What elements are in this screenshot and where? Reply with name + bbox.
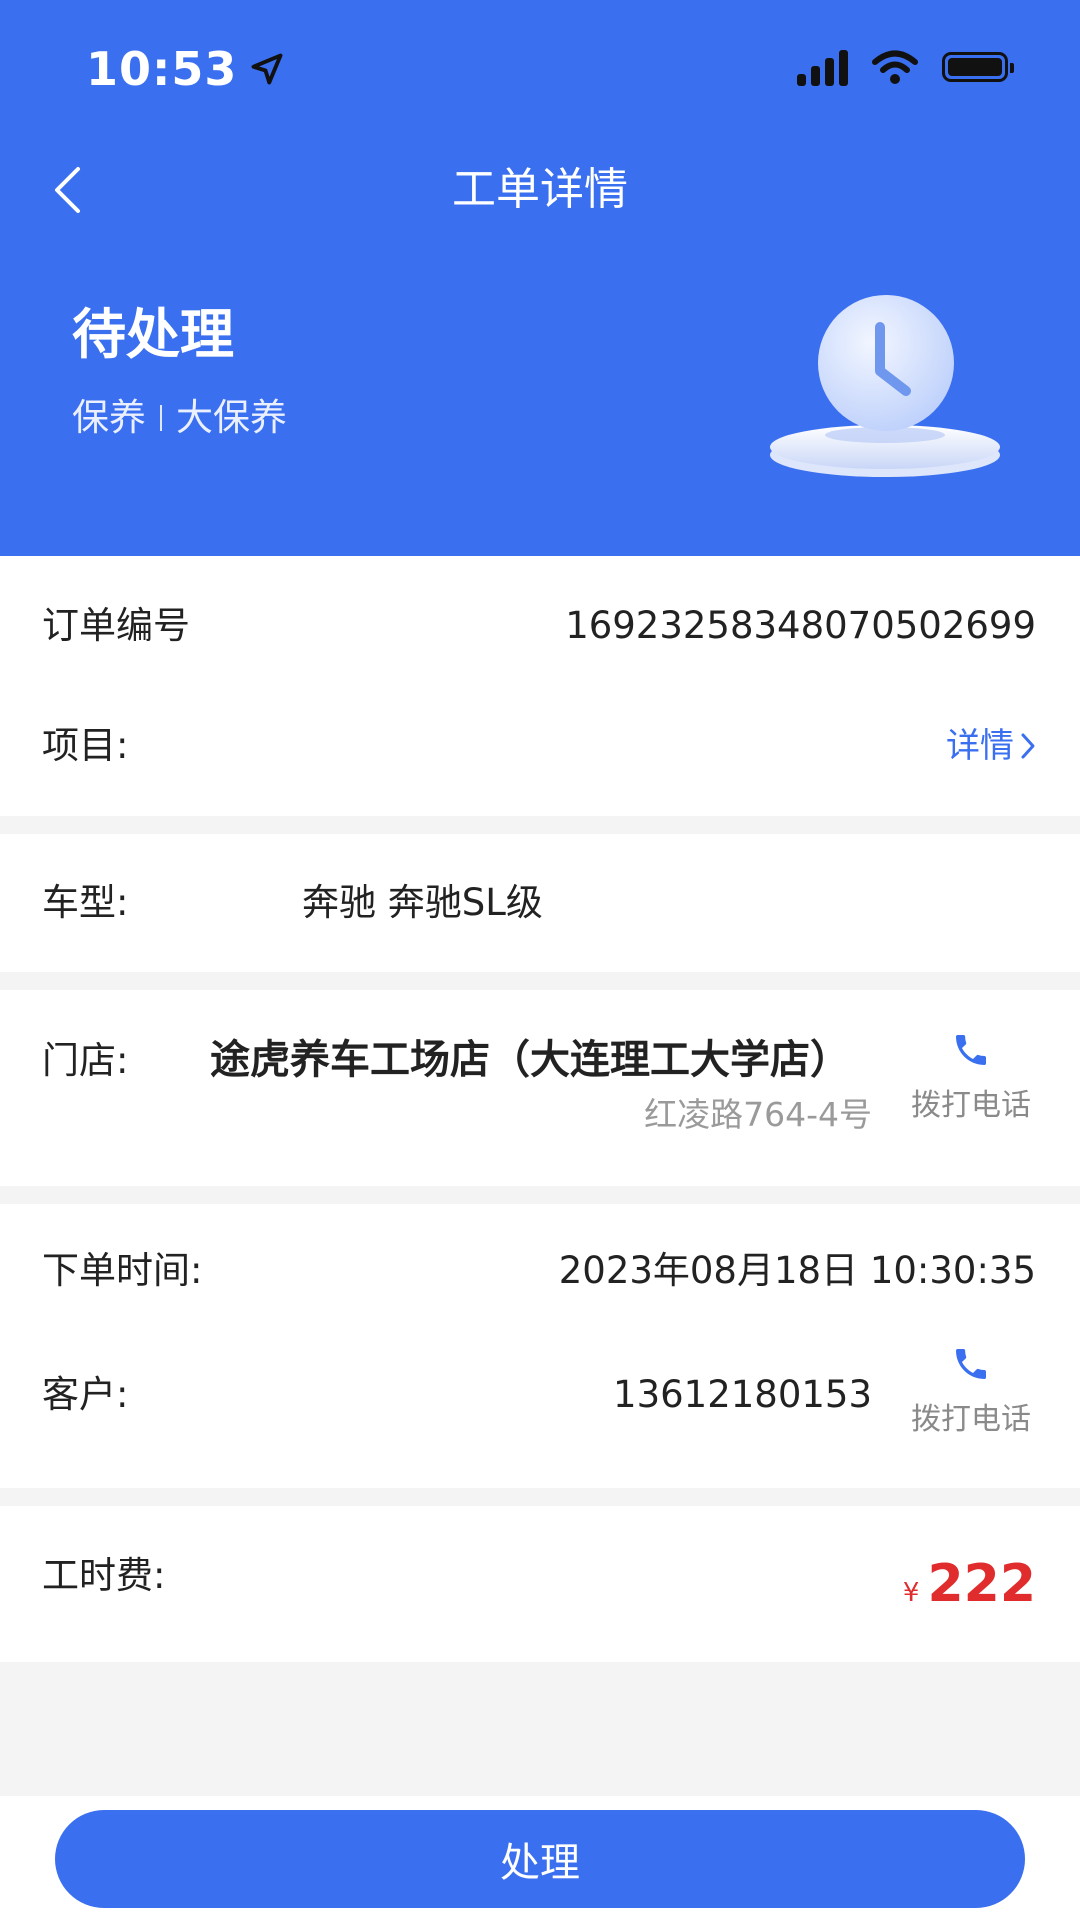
project-detail-link[interactable]: 详情 [946, 721, 1036, 771]
vehicle-card: 车型: 奔驰 奔驰SL级 [0, 834, 1080, 972]
store-address: 红凌路764-4号 [644, 1095, 872, 1134]
call-customer-label: 拨打电话 [911, 1402, 1031, 1437]
bottom-action-bar: 处理 [0, 1796, 1080, 1920]
order-number-value: 16923258348070502699 [565, 604, 1036, 647]
wifi-icon [872, 50, 918, 84]
vehicle-label: 车型: [42, 881, 129, 924]
cellular-signal-icon [797, 48, 848, 86]
divider [160, 405, 162, 431]
call-store-label: 拨打电话 [911, 1088, 1031, 1123]
order-status-title: 待处理 [72, 303, 234, 366]
call-store-button[interactable]: 拨打电话 [906, 1030, 1036, 1126]
labor-fee-label: 工时费: [42, 1554, 166, 1597]
detail-link-label: 详情 [946, 726, 1014, 766]
store-card: 门店: 途虎养车工场店（大连理工大学店） 红凌路764-4号 拨打电话 [0, 990, 1080, 1186]
sub-category-label: 大保养 [176, 396, 287, 439]
location-arrow-icon [251, 53, 283, 85]
status-icons [797, 48, 1014, 86]
store-label: 门店: [42, 1039, 129, 1082]
header: 10:53 工单详情 待处理 保养 大保养 [0, 0, 1080, 556]
project-label: 项目: [42, 724, 129, 767]
clock-illustration-icon [770, 295, 1000, 477]
store-name: 途虎养车工场店（大连理工大学店） [210, 1037, 850, 1083]
category-label: 保养 [72, 396, 146, 439]
currency-symbol: ¥ [902, 1578, 920, 1608]
customer-phone: 13612180153 [613, 1373, 872, 1416]
time-text: 10:53 [86, 42, 238, 96]
order-info-card: 订单编号 16923258348070502699 项目: 详情 [0, 556, 1080, 816]
order-time-label: 下单时间: [42, 1249, 203, 1292]
vehicle-value: 奔驰 奔驰SL级 [302, 881, 543, 924]
order-category: 保养 大保养 [72, 392, 287, 444]
status-bar-time: 10:53 [86, 42, 285, 96]
process-button[interactable]: 处理 [55, 1810, 1025, 1908]
battery-icon [942, 52, 1014, 82]
phone-icon [956, 1349, 986, 1379]
order-time-value: 2023年08月18日 10:30:35 [558, 1249, 1036, 1292]
fee-card: 工时费: ¥ 222 [0, 1506, 1080, 1662]
customer-card: 下单时间: 2023年08月18日 10:30:35 客户: 136121801… [0, 1204, 1080, 1488]
customer-label: 客户: [42, 1373, 129, 1416]
phone-icon [956, 1035, 986, 1065]
labor-fee-amount: 222 [927, 1554, 1036, 1614]
call-customer-button[interactable]: 拨打电话 [906, 1344, 1036, 1440]
labor-fee-price: ¥ 222 [903, 1554, 1036, 1614]
order-number-label: 订单编号 [42, 604, 190, 647]
chevron-right-icon [1021, 733, 1035, 759]
page-title: 工单详情 [452, 164, 628, 215]
